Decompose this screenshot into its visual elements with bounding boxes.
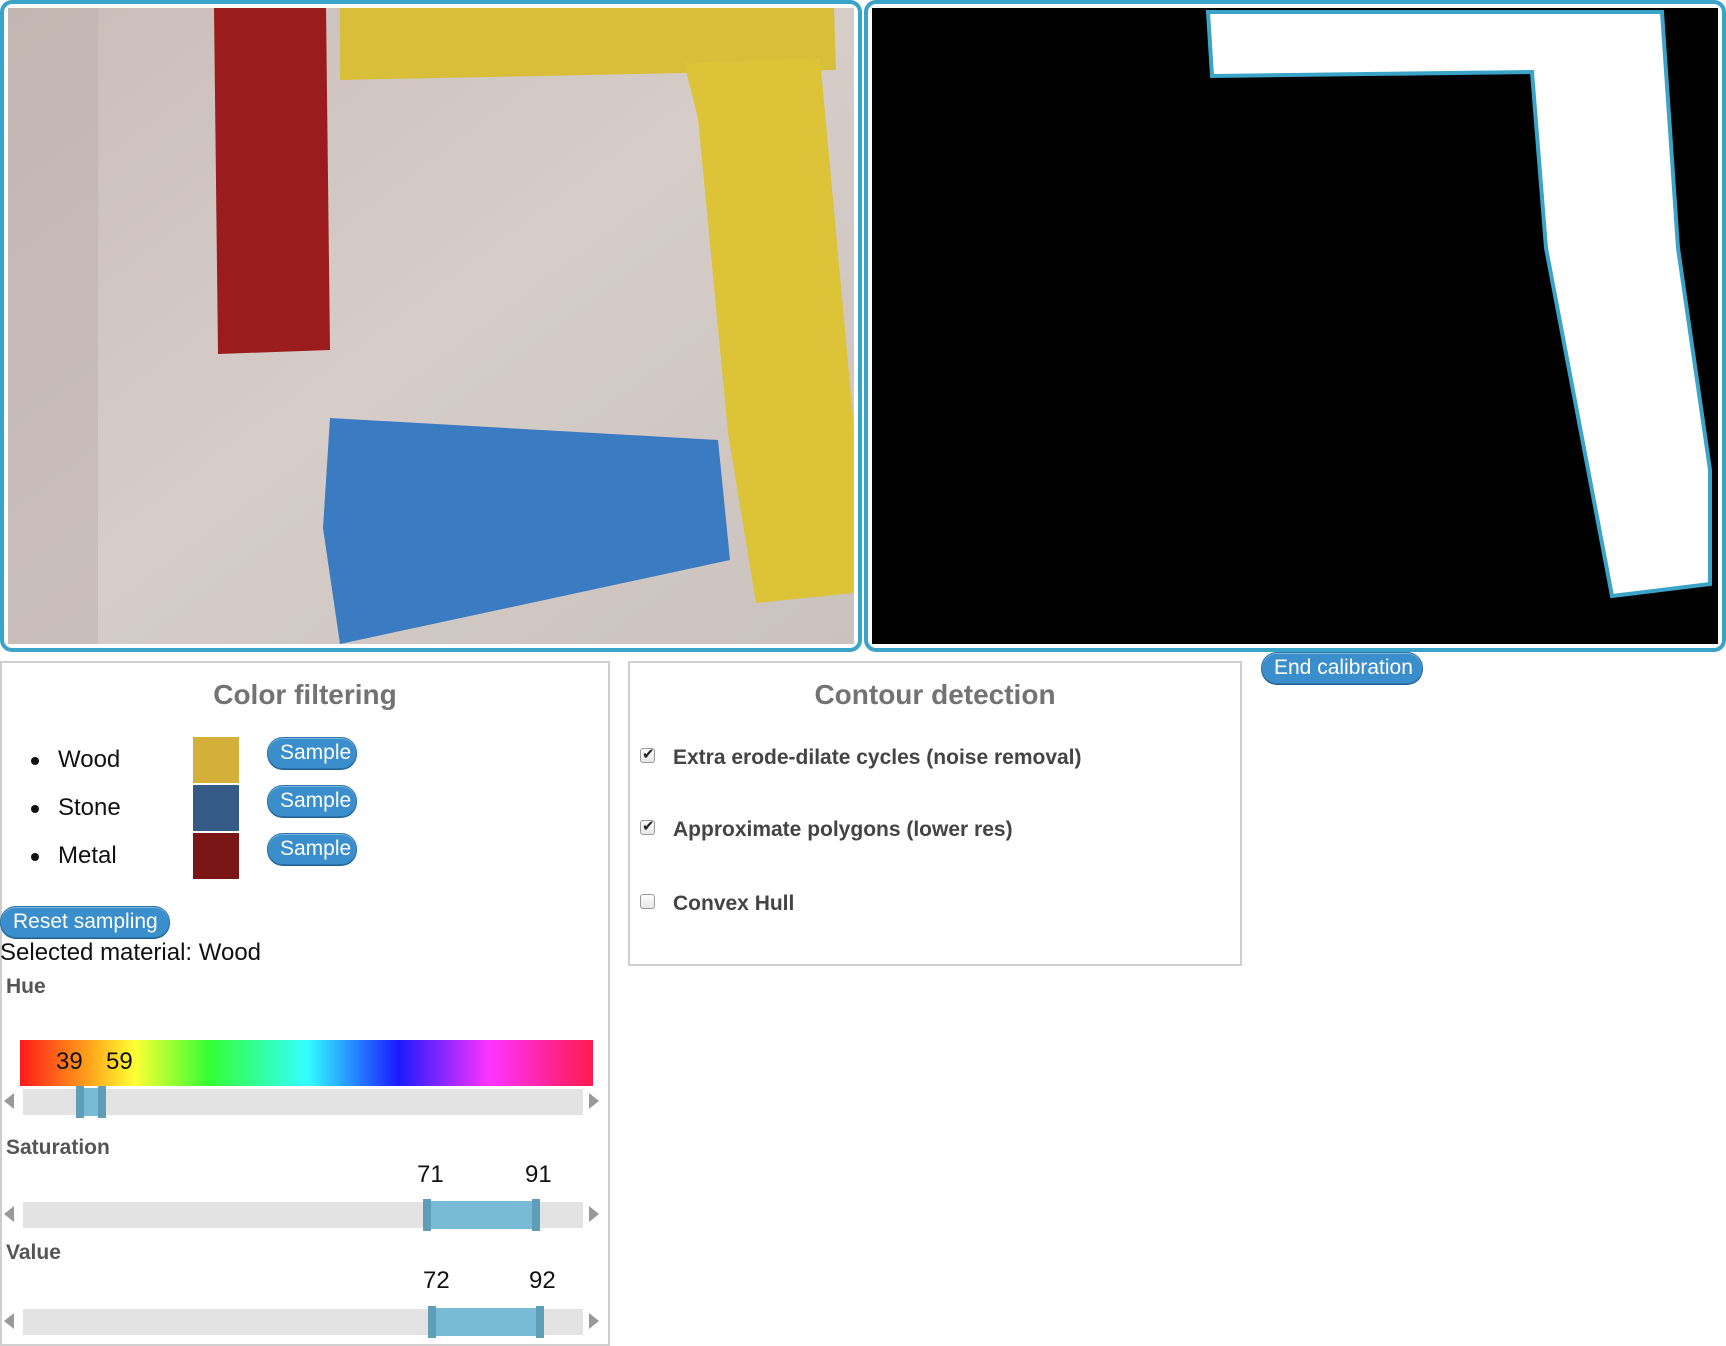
hue-scroll-right-arrow[interactable] <box>589 1093 599 1109</box>
erode-dilate-label[interactable]: Extra erode-dilate cycles (noise removal… <box>673 746 1082 770</box>
saturation-low-handle[interactable] <box>423 1199 431 1231</box>
selected-material-text: Selected material: Wood <box>0 939 262 966</box>
material-wood-label: Wood <box>58 746 121 773</box>
hue-label: Hue <box>6 975 46 998</box>
value-high-handle[interactable] <box>536 1306 544 1338</box>
checkmark-icon: ✔ <box>642 818 655 835</box>
erode-dilate-checkbox[interactable]: ✔ <box>640 746 655 763</box>
list-bullet <box>31 805 39 813</box>
mask-output-panel <box>864 0 1726 652</box>
hue-low-value: 39 <box>56 1048 83 1075</box>
approximate-polygons-checkbox[interactable]: ✔ <box>640 818 655 835</box>
color-filtering-title: Color filtering <box>213 679 397 710</box>
mask-output-image <box>872 8 1718 644</box>
sample-stone-button[interactable]: Sample <box>267 785 357 817</box>
value-low-value: 72 <box>423 1267 450 1294</box>
value-scroll-right-arrow[interactable] <box>589 1313 599 1329</box>
approximate-polygons-label[interactable]: Approximate polygons (lower res) <box>673 818 1013 842</box>
convex-hull-label[interactable]: Convex Hull <box>673 892 794 916</box>
hue-high-handle[interactable] <box>98 1086 106 1118</box>
hue-low-handle[interactable] <box>76 1086 84 1118</box>
sample-wood-button[interactable]: Sample <box>267 737 357 769</box>
material-metal-label: Metal <box>58 842 117 869</box>
value-slider-range[interactable] <box>431 1308 541 1336</box>
saturation-label: Saturation <box>6 1136 110 1159</box>
material-stone-swatch <box>193 785 239 831</box>
camera-feed-image <box>8 8 854 644</box>
material-stone-label: Stone <box>58 794 121 821</box>
hue-slider-track[interactable] <box>23 1089 583 1115</box>
hue-high-value: 59 <box>106 1048 133 1075</box>
saturation-scroll-right-arrow[interactable] <box>589 1206 599 1222</box>
value-scroll-left-arrow[interactable] <box>4 1313 14 1329</box>
camera-feed-panel <box>0 0 862 652</box>
reset-sampling-button[interactable]: Reset sampling <box>0 906 170 938</box>
convex-hull-checkbox[interactable] <box>640 894 655 909</box>
saturation-scroll-left-arrow[interactable] <box>4 1206 14 1222</box>
hue-scroll-left-arrow[interactable] <box>4 1093 14 1109</box>
end-calibration-button[interactable]: End calibration <box>1261 652 1423 684</box>
contour-detection-panel: Contour detection <box>628 661 1242 966</box>
value-high-value: 92 <box>529 1267 556 1294</box>
checkmark-icon: ✔ <box>642 746 655 763</box>
contour-detection-title: Contour detection <box>814 679 1056 710</box>
list-bullet <box>31 757 39 765</box>
sample-metal-button[interactable]: Sample <box>267 833 357 865</box>
saturation-high-value: 91 <box>525 1161 552 1188</box>
saturation-slider-range[interactable] <box>427 1201 537 1229</box>
list-bullet <box>31 853 39 861</box>
material-wood-swatch <box>193 737 239 783</box>
value-label: Value <box>6 1241 61 1264</box>
material-metal-swatch <box>193 833 239 879</box>
saturation-high-handle[interactable] <box>532 1199 540 1231</box>
saturation-low-value: 71 <box>417 1161 444 1188</box>
red-paper-strip <box>214 8 330 354</box>
value-low-handle[interactable] <box>428 1306 436 1338</box>
